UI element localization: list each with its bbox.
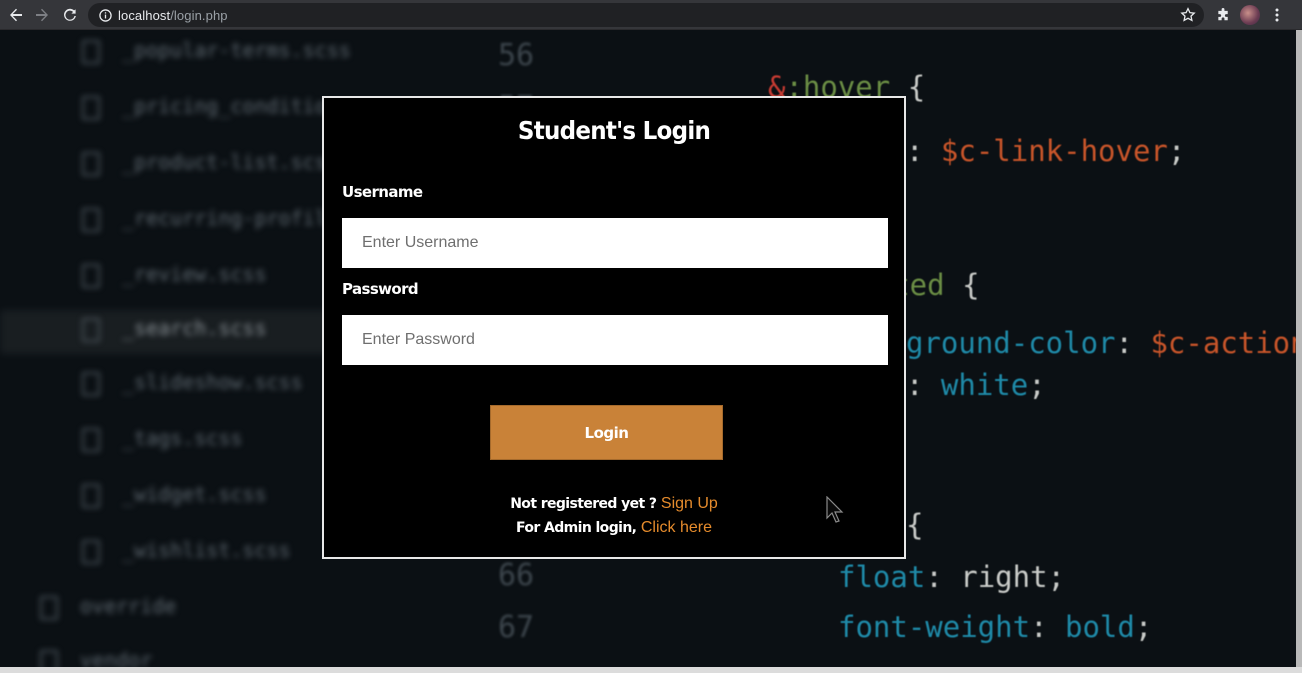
username-label: Username <box>342 183 423 201</box>
url-host: localhost <box>118 7 171 23</box>
background-file-item: _review.scss <box>82 262 267 288</box>
mouse-cursor-icon <box>826 496 844 523</box>
url-path: /login.php <box>170 7 228 23</box>
background-code-line: : white; <box>906 368 1046 402</box>
background-file-name: _slideshow.scss <box>122 370 303 394</box>
admin-login-link[interactable]: Click here <box>641 519 712 536</box>
admin-login-row: For Admin login, Click here <box>324 519 904 537</box>
background-file-item: _wishlist.scss <box>82 538 291 564</box>
back-arrow-icon[interactable] <box>6 5 26 25</box>
background-file-item: _search.scss <box>82 316 267 342</box>
background-file-item: _widget.scss <box>82 482 267 508</box>
background-file-name: _review.scss <box>122 262 267 286</box>
background-code-line: font-weight: bold; <box>838 610 1153 644</box>
browser-toolbar: localhost/login.php <box>0 0 1302 30</box>
background-line-number: 56 <box>498 38 535 73</box>
admin-prompt: For Admin login, <box>516 520 637 536</box>
background-file-item: _product-list.scss <box>82 150 339 176</box>
password-label: Password <box>342 280 419 298</box>
address-bar[interactable]: localhost/login.php <box>88 3 1204 27</box>
background-file-name: _wishlist.scss <box>122 538 291 562</box>
bookmark-star-icon[interactable] <box>1180 7 1196 23</box>
login-title: Student's Login <box>517 116 711 145</box>
background-line-number: 66 <box>498 558 535 593</box>
background-folder-item: vendor <box>40 648 152 667</box>
kebab-menu-icon[interactable] <box>1267 5 1287 25</box>
background-folder-name: override <box>80 594 177 618</box>
background-code-line: { <box>906 508 924 542</box>
url-text[interactable]: localhost/login.php <box>118 8 228 23</box>
reload-icon[interactable] <box>60 5 80 25</box>
profile-avatar[interactable] <box>1240 5 1260 25</box>
background-file-name: _tags.scss <box>122 426 243 450</box>
background-file-item: _popular-terms.scss <box>82 38 351 64</box>
forward-arrow-icon[interactable] <box>32 5 52 25</box>
background-folder-item: override <box>40 594 176 620</box>
info-icon[interactable] <box>98 8 112 22</box>
signup-link[interactable]: Sign Up <box>661 495 718 512</box>
background-file-item: _slideshow.scss <box>82 370 303 396</box>
background-file-name: _search.scss <box>122 316 267 340</box>
background-code-line: float: right; <box>838 560 1065 594</box>
background-file-name: _widget.scss <box>122 482 267 506</box>
background-file-item: _tags.scss <box>82 426 242 452</box>
signup-prompt: Not registered yet ? <box>510 496 657 512</box>
background-file-name: _product-list.scss <box>122 150 339 174</box>
background-folder-name: vendor <box>80 648 153 667</box>
bottom-edge <box>0 667 1302 673</box>
background-file-name: _popular-terms.scss <box>122 38 351 62</box>
extensions-puzzle-icon[interactable] <box>1213 5 1233 25</box>
password-input[interactable] <box>342 315 888 365</box>
username-input[interactable] <box>342 218 888 268</box>
background-code-line: ground-color: $c-action; <box>906 326 1302 360</box>
signup-row: Not registered yet ? Sign Up <box>324 495 904 513</box>
login-card: Student's Login Username Password Login … <box>322 96 906 559</box>
login-button[interactable]: Login <box>490 405 723 460</box>
background-code-line: : $c-link-hover; <box>906 134 1186 168</box>
background-line-number: 67 <box>498 610 535 645</box>
